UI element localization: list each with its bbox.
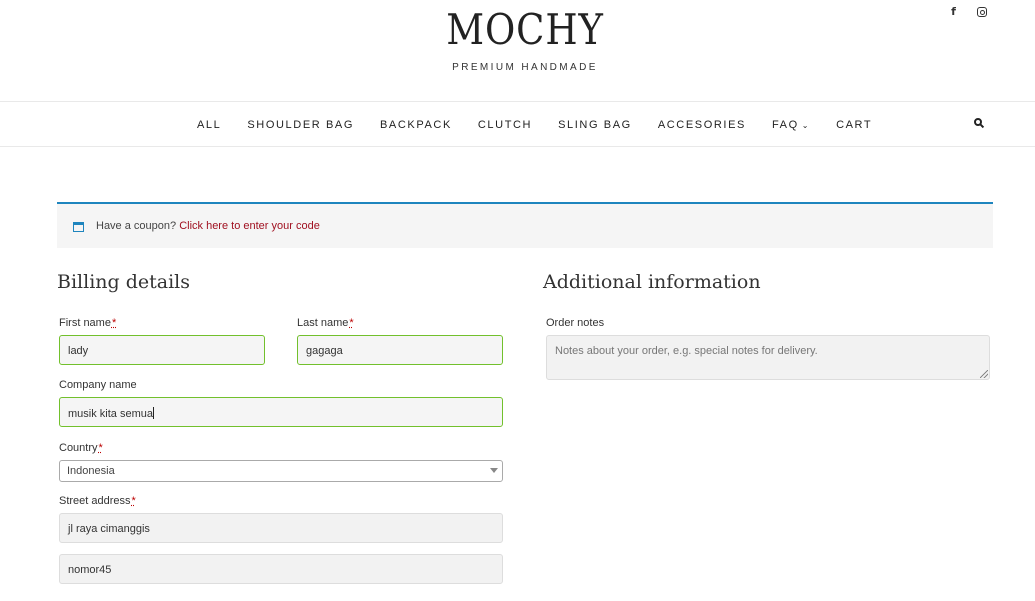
nav-item-faq[interactable]: FAQ ⌄: [772, 119, 810, 131]
coupon-link[interactable]: Click here to enter your code: [179, 220, 320, 232]
site-logo[interactable]: MOCHY PREMIUM HANDMADE: [0, 5, 1035, 74]
dropdown-arrow-icon: [490, 468, 498, 473]
text-caret: [152, 407, 154, 419]
company-name-field[interactable]: musik kita semua: [59, 397, 503, 427]
calendar-icon: [73, 222, 84, 232]
brand-tagline: PREMIUM HANDMADE: [452, 62, 598, 74]
last-name-label: Last name*: [297, 317, 354, 329]
street-address-line1[interactable]: jl raya cimanggis: [59, 513, 503, 543]
nav-item-cart[interactable]: CART: [836, 119, 872, 131]
nav-item-backpack[interactable]: BACKPACK: [380, 119, 452, 131]
country-value: Indonesia: [67, 465, 115, 477]
country-select[interactable]: Indonesia: [59, 460, 503, 482]
nav-item-shoulder-bag[interactable]: SHOULDER BAG: [247, 119, 354, 131]
order-notes-field[interactable]: Notes about your order, e.g. special not…: [546, 335, 990, 380]
brand-name: MOCHY: [446, 5, 604, 54]
nav-item-clutch[interactable]: CLUTCH: [478, 119, 532, 131]
nav-item-accesories[interactable]: ACCESORIES: [658, 119, 746, 131]
country-label: Country*: [59, 442, 103, 454]
resize-handle-icon[interactable]: [980, 370, 988, 378]
company-name-value: musik kita semua: [68, 408, 153, 420]
chevron-down-icon: ⌄: [801, 121, 811, 130]
coupon-text: Have a coupon?: [96, 220, 177, 232]
order-notes-placeholder: Notes about your order, e.g. special not…: [555, 345, 818, 357]
nav-item-faq-label: FAQ: [771, 119, 799, 131]
nav-item-sling-bag[interactable]: SLING BAG: [558, 119, 632, 131]
street-address-line2[interactable]: nomor45: [59, 554, 503, 584]
billing-title: Billing details: [57, 271, 190, 293]
last-name-field[interactable]: gagaga: [297, 335, 503, 365]
search-icon[interactable]: [974, 118, 985, 129]
order-notes-label: Order notes: [546, 317, 605, 329]
company-name-label: Company name: [59, 379, 137, 391]
nav-menu: ALL SHOULDER BAG BACKPACK CLUTCH SLING B…: [197, 119, 898, 131]
first-name-field[interactable]: lady: [59, 335, 265, 365]
coupon-notice: Have a coupon? Click here to enter your …: [57, 202, 993, 248]
additional-info-title: Additional information: [543, 271, 761, 293]
nav-item-all[interactable]: ALL: [197, 119, 221, 131]
main-nav: ALL SHOULDER BAG BACKPACK CLUTCH SLING B…: [0, 101, 1035, 147]
street-address-label: Street address*: [59, 495, 136, 507]
first-name-label: First name*: [59, 317, 117, 329]
